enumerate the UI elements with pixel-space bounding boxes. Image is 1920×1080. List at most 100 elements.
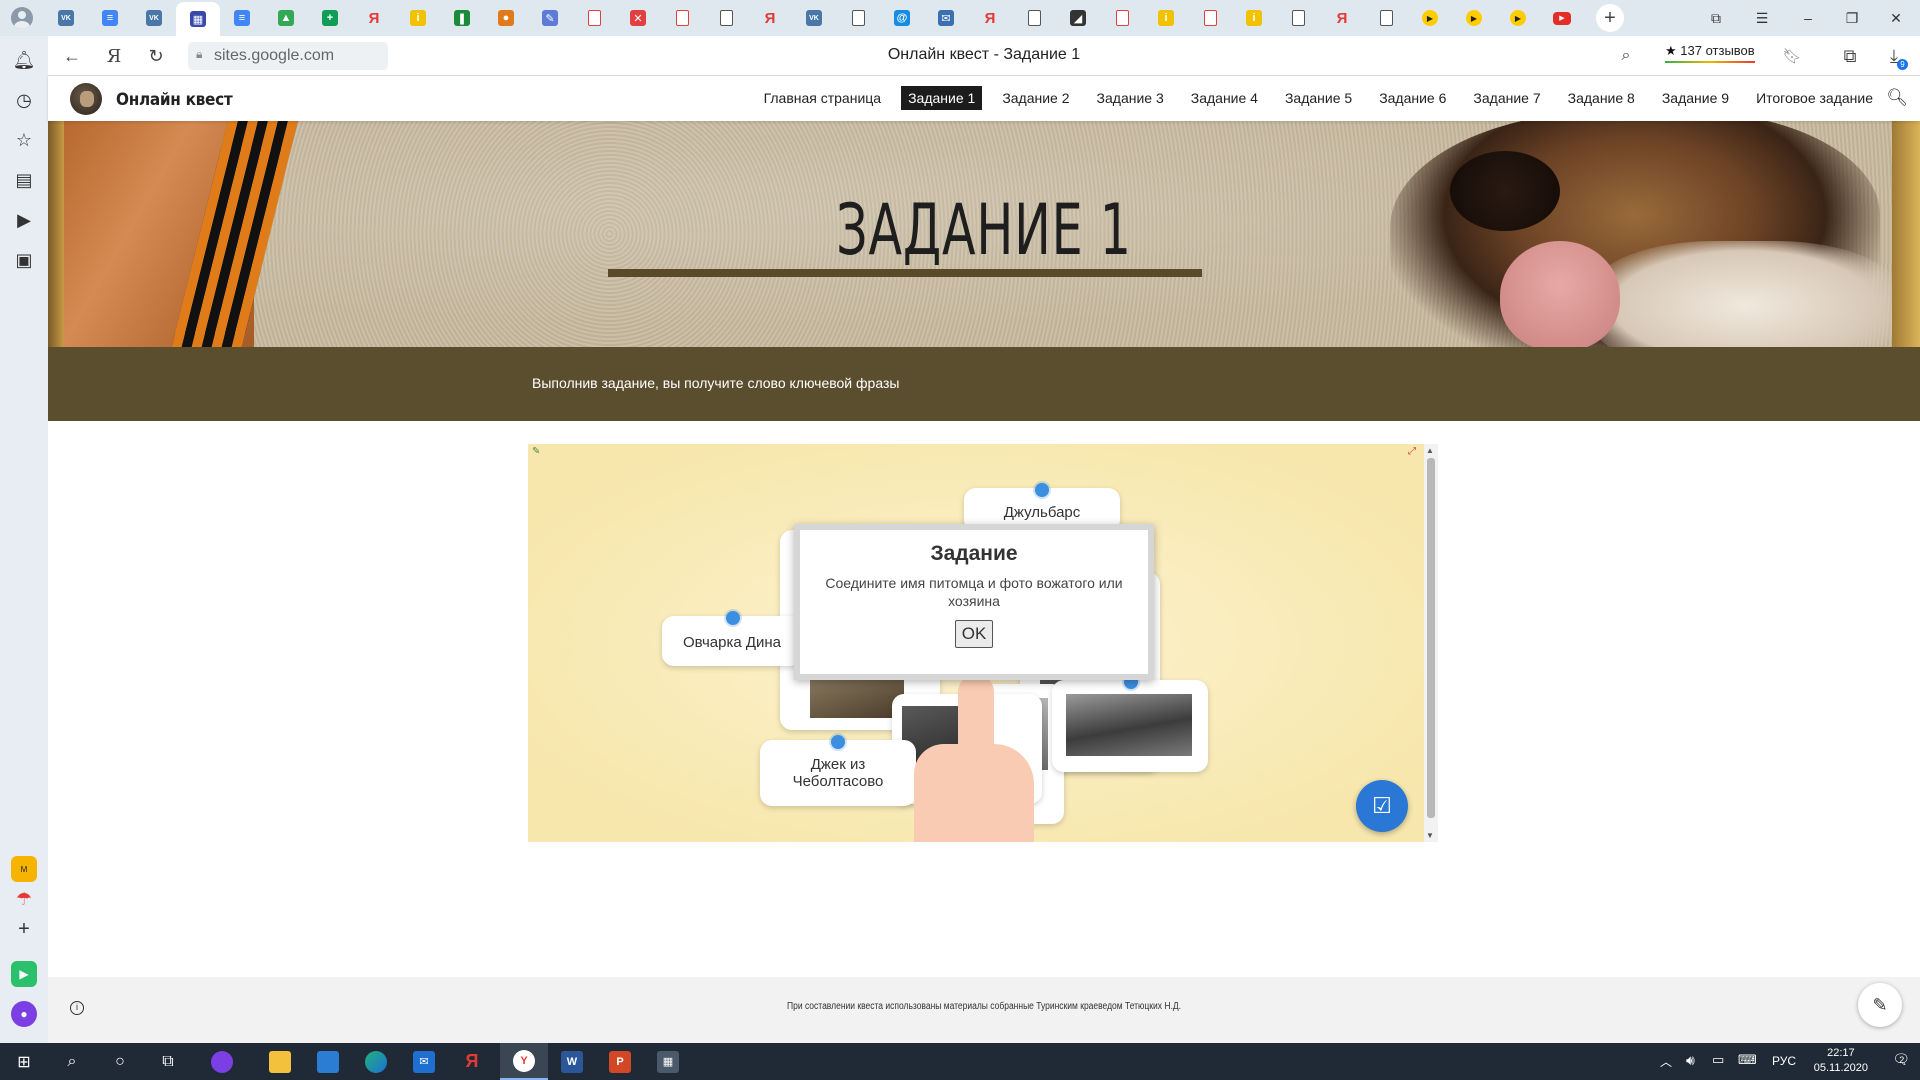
messenger-app-icon[interactable]: ▶: [11, 961, 37, 987]
browser-tab[interactable]: ▶: [1496, 0, 1540, 36]
nav-item[interactable]: Итоговое задание: [1749, 86, 1880, 110]
connector-dot[interactable]: [726, 611, 740, 625]
browser-tab[interactable]: [1364, 0, 1408, 36]
notifications-bell-icon[interactable]: 🔔︎: [12, 48, 36, 72]
browser-tab[interactable]: +: [308, 0, 352, 36]
alice-assistant-icon[interactable]: ●: [11, 1001, 37, 1027]
nav-item[interactable]: Задание 7: [1466, 86, 1547, 110]
name-card-dzhek[interactable]: Джек из Чеболтасово: [760, 735, 916, 806]
connector-dot[interactable]: [1035, 483, 1049, 497]
browser-tab[interactable]: ●: [484, 0, 528, 36]
name-card-ovcharka[interactable]: Овчарка Дина: [662, 611, 802, 666]
nav-item[interactable]: Задание 4: [1184, 86, 1265, 110]
browser-tab[interactable]: i: [1144, 0, 1188, 36]
restore-button[interactable]: ❐: [1830, 0, 1874, 36]
add-app-icon[interactable]: +: [11, 916, 37, 942]
search-button[interactable]: ⌕: [48, 1043, 96, 1080]
scroll-up-icon[interactable]: ▲: [1426, 446, 1434, 455]
task-scrollbar[interactable]: ▲ ▼: [1424, 444, 1438, 842]
profile-button[interactable]: [0, 0, 44, 36]
edge-button[interactable]: [352, 1043, 400, 1080]
volume-icon[interactable]: 🔊︎: [1686, 1052, 1695, 1069]
nav-item[interactable]: Задание 8: [1561, 86, 1642, 110]
browser-tab[interactable]: [660, 0, 704, 36]
nav-item[interactable]: Задание 9: [1655, 86, 1736, 110]
scroll-down-icon[interactable]: ▼: [1426, 831, 1434, 840]
history-clock-icon[interactable]: ◷: [12, 88, 36, 112]
explorer-button[interactable]: [256, 1043, 304, 1080]
browser-tab[interactable]: ▦: [176, 2, 220, 36]
browser-tab[interactable]: ▶: [1408, 0, 1452, 36]
nav-item[interactable]: Задание 2: [995, 86, 1076, 110]
collections-icon[interactable]: ▤: [12, 168, 36, 192]
browser-tab[interactable]: Я: [748, 0, 792, 36]
notification-center-button[interactable]: 🗨︎ 2: [1892, 1051, 1910, 1068]
site-logo[interactable]: [70, 83, 102, 115]
task-view-button[interactable]: ⧉: [144, 1043, 192, 1080]
site-name[interactable]: Онлайн квест: [116, 90, 233, 110]
edit-button[interactable]: ✎: [1858, 983, 1902, 1027]
nav-item[interactable]: Задание 1: [901, 86, 983, 110]
browser-tab[interactable]: VK: [792, 0, 836, 36]
browser-tab[interactable]: ✎: [528, 0, 572, 36]
video-player-icon[interactable]: ▶: [12, 208, 36, 232]
browser-tab[interactable]: ✕: [616, 0, 660, 36]
close-window-button[interactable]: ✕: [1874, 0, 1918, 36]
reviews-badge[interactable]: ★ 137 отзывов: [1665, 43, 1755, 63]
bookmark-button[interactable]: 🔖︎: [1780, 44, 1804, 68]
umbrella-app-icon[interactable]: ☂: [11, 886, 37, 912]
ok-button[interactable]: OK: [954, 620, 994, 648]
browser-tab[interactable]: VK: [44, 0, 88, 36]
scroll-thumb[interactable]: [1427, 458, 1435, 818]
browser-tab[interactable]: i: [396, 0, 440, 36]
browser-tab[interactable]: ▲: [264, 0, 308, 36]
url-field[interactable]: 🔒︎ sites.google.com: [188, 42, 388, 70]
browser-tab[interactable]: [704, 0, 748, 36]
app-corner-icon[interactable]: ✎: [532, 446, 540, 457]
mail-button[interactable]: ✉: [400, 1043, 448, 1080]
collections-button[interactable]: ⧉: [1838, 44, 1862, 68]
new-tab-button[interactable]: +: [1596, 4, 1624, 32]
clock[interactable]: 22:17 05.11.2020: [1814, 1046, 1868, 1076]
calculator-button[interactable]: ▦: [644, 1043, 692, 1080]
keyboard-icon[interactable]: ⌨: [1738, 1052, 1757, 1068]
browser-tab[interactable]: ◢: [1056, 0, 1100, 36]
browser-tab[interactable]: [1100, 0, 1144, 36]
connector-dot[interactable]: [831, 735, 845, 749]
language-indicator[interactable]: РУС: [1772, 1054, 1796, 1068]
browser-tab[interactable]: ≡: [220, 0, 264, 36]
browser-tab[interactable]: ≡: [88, 0, 132, 36]
start-button[interactable]: ⊞: [0, 1043, 48, 1080]
search-page-button[interactable]: ⌕: [1614, 44, 1638, 68]
browser-tab[interactable]: @: [880, 0, 924, 36]
browser-tab[interactable]: [572, 0, 616, 36]
browser-tab[interactable]: Я: [1320, 0, 1364, 36]
minimize-button[interactable]: –: [1786, 0, 1830, 36]
downloads-button[interactable]: ⤓ 9: [1882, 44, 1908, 70]
yandex-browser-active-button[interactable]: Y: [500, 1043, 548, 1080]
site-search-button[interactable]: 🔍︎: [1886, 88, 1908, 108]
browser-tab[interactable]: [1276, 0, 1320, 36]
nav-item[interactable]: Главная страница: [757, 86, 889, 110]
word-button[interactable]: W: [548, 1043, 596, 1080]
tabs-overview-button[interactable]: ⧉: [1694, 0, 1738, 36]
store-button[interactable]: [304, 1043, 352, 1080]
market-app-icon[interactable]: M: [11, 856, 37, 882]
browser-tab[interactable]: i: [1232, 0, 1276, 36]
browser-tab[interactable]: ▶: [1452, 0, 1496, 36]
photo-card-soldiers[interactable]: [1052, 675, 1208, 772]
powerpoint-button[interactable]: P: [596, 1043, 644, 1080]
browser-tab[interactable]: ❚: [440, 0, 484, 36]
browser-tab[interactable]: VK: [132, 0, 176, 36]
browser-tab[interactable]: [1012, 0, 1056, 36]
alice-taskbar-button[interactable]: [198, 1043, 246, 1080]
nav-item[interactable]: Задание 5: [1278, 86, 1359, 110]
network-icon[interactable]: ▭: [1712, 1052, 1724, 1068]
nav-item[interactable]: Задание 6: [1372, 86, 1453, 110]
info-icon[interactable]: i: [70, 1001, 84, 1015]
browser-tab[interactable]: Я: [968, 0, 1012, 36]
browser-tab[interactable]: Я: [352, 0, 396, 36]
tray-chevron-icon[interactable]: ︿: [1660, 1053, 1672, 1070]
menu-button[interactable]: ☰: [1740, 0, 1784, 36]
browser-tab[interactable]: ✉: [924, 0, 968, 36]
